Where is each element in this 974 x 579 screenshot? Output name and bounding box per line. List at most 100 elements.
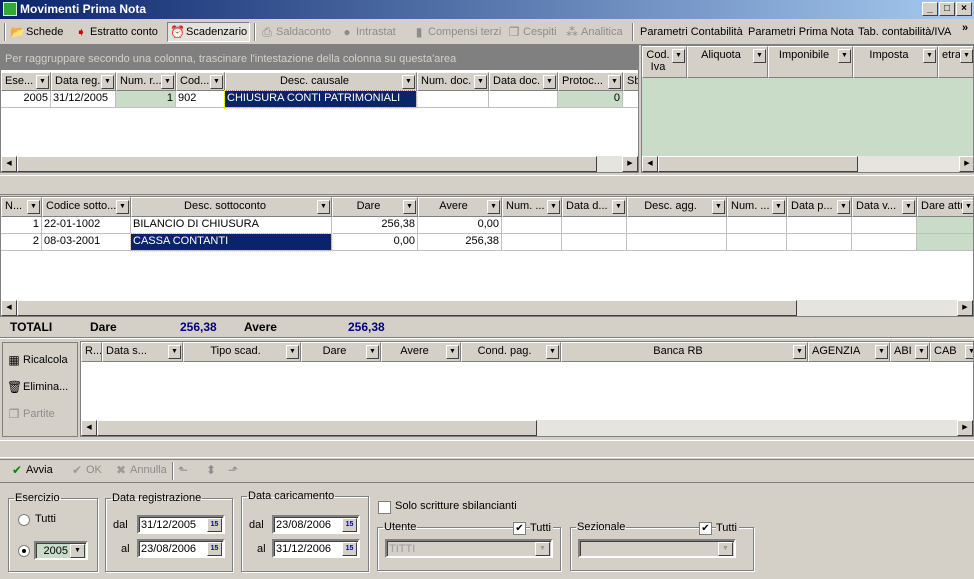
toolbar-overflow-button[interactable]: » <box>962 22 968 34</box>
toolbar-estratto-conto-button[interactable]: ➧ Estratto conto <box>72 22 160 42</box>
chevron-down-icon[interactable]: ▼ <box>923 49 936 63</box>
side-ricalcola-button[interactable]: ▦ Ricalcola <box>7 349 79 371</box>
chevron-down-icon[interactable]: ▼ <box>772 200 785 214</box>
column-header[interactable]: Avere ▼ <box>418 197 502 217</box>
maximize-button[interactable]: □ <box>939 2 955 16</box>
chevron-down-icon[interactable]: ▼ <box>712 200 725 214</box>
table-cell[interactable] <box>562 234 627 251</box>
data-reg-al-input[interactable]: 23/08/2006 15 <box>137 539 225 558</box>
sezionale-tutti-checkbox[interactable]: ✔ <box>699 522 712 535</box>
scroll-thumb[interactable] <box>17 300 797 316</box>
table-cell[interactable]: 1 <box>1 217 42 234</box>
scroll-right-button[interactable]: ▶ <box>622 156 638 172</box>
column-header[interactable]: Avere ▼ <box>381 342 461 362</box>
table-cell[interactable]: CHIUSURA CONTI PATRIMONIALI <box>224 90 418 109</box>
chevron-down-icon[interactable]: ▼ <box>168 345 181 359</box>
table-cell[interactable]: 0,00 <box>332 234 418 251</box>
table-cell[interactable]: 902 <box>176 91 225 108</box>
table-cell[interactable]: 08-03-2001 <box>42 234 131 251</box>
horizontal-scrollbar[interactable]: ◀ ▶ <box>1 156 638 172</box>
chevron-down-icon[interactable]: ▼ <box>317 200 330 214</box>
column-header[interactable]: Ese... ▼ <box>1 72 51 91</box>
table-cell[interactable]: 2 <box>1 234 42 251</box>
table-cell[interactable] <box>727 234 787 251</box>
column-header[interactable]: Desc. causale ▼ <box>225 72 417 91</box>
chevron-down-icon[interactable]: ▼ <box>547 200 560 214</box>
sezionale-select[interactable]: ▼ <box>578 539 736 558</box>
toolbar-parametri-contabilit--button[interactable]: Parametri Contabilità <box>638 22 745 42</box>
insert-icon[interactable]: ⬍ <box>204 463 218 477</box>
column-header[interactable]: Desc. sottoconto ▼ <box>131 197 332 217</box>
table-cell[interactable] <box>917 234 973 251</box>
calendar-icon[interactable]: 15 <box>342 518 357 532</box>
toolbar-compensi-terzi-button[interactable]: ▮ Compensi terzi <box>410 22 503 42</box>
chevron-down-icon[interactable]: ▼ <box>962 200 973 214</box>
chevron-down-icon[interactable]: ▼ <box>608 75 621 89</box>
table-row[interactable]: 2005 31/12/2005 1 902 CHIUSURA CONTI PATRIMO… <box>1 90 638 109</box>
table-cell[interactable] <box>623 91 638 108</box>
scroll-right-button[interactable]: ▶ <box>957 420 973 436</box>
column-header[interactable]: Cod... ▼ <box>176 72 225 91</box>
scroll-thumb[interactable] <box>658 156 858 172</box>
table-cell[interactable] <box>727 217 787 234</box>
scroll-thumb[interactable] <box>97 420 537 436</box>
utente-select[interactable]: TITTI ▼ <box>385 539 553 558</box>
data-car-al-input[interactable]: 31/12/2006 15 <box>272 539 360 558</box>
column-header[interactable]: Tipo scad. ▼ <box>183 342 301 362</box>
table-cell[interactable]: 0 <box>558 91 623 108</box>
chevron-down-icon[interactable]: ▼ <box>902 200 915 214</box>
chevron-down-icon[interactable]: ▼ <box>838 49 851 63</box>
toolbar-parametri-prima-nota-button[interactable]: Parametri Prima Nota <box>746 22 856 42</box>
solo-sbilancianti-checkbox[interactable] <box>378 501 391 514</box>
chevron-down-icon[interactable]: ▼ <box>543 75 556 89</box>
scroll-right-button[interactable]: ▶ <box>957 300 973 316</box>
column-header[interactable]: Cod. Iva ▼ <box>642 46 687 78</box>
column-header[interactable]: CAB ▼ <box>930 342 973 362</box>
toolbar-intrastat-button[interactable]: ● Intrastat <box>338 22 398 42</box>
column-header[interactable]: Sb <box>623 72 638 91</box>
table-cell[interactable]: 256,38 <box>332 217 418 234</box>
table-cell[interactable] <box>852 217 917 234</box>
scroll-left-button[interactable]: ◀ <box>1 300 17 316</box>
chevron-down-icon[interactable]: ▼ <box>753 49 766 63</box>
chevron-down-icon[interactable]: ▼ <box>36 75 49 89</box>
table-cell[interactable]: BILANCIO DI CHIUSURA <box>131 217 332 234</box>
chevron-down-icon[interactable]: ▼ <box>965 345 973 359</box>
calendar-icon[interactable]: 15 <box>342 542 357 556</box>
table-cell[interactable] <box>852 234 917 251</box>
table-cell[interactable] <box>502 217 562 234</box>
move-up-icon[interactable]: ⬑ <box>176 463 190 477</box>
column-header[interactable]: Data d... ▼ <box>562 197 627 217</box>
horizontal-scrollbar[interactable]: ◀ ▶ <box>1 300 973 316</box>
column-header[interactable]: Protoc... ▼ <box>558 72 623 91</box>
chevron-down-icon[interactable]: ▼ <box>612 200 625 214</box>
toolbar-analitica-button[interactable]: ⁂ Analitica <box>563 22 625 42</box>
group-by-area[interactable]: Per raggruppare secondo una colonna, tra… <box>1 46 638 70</box>
close-button[interactable]: × <box>956 2 972 16</box>
data-car-dal-input[interactable]: 23/08/2006 15 <box>272 515 360 534</box>
table-cell[interactable]: CASSA CONTANTI <box>130 233 333 252</box>
column-header[interactable]: Desc. agg. ▼ <box>627 197 727 217</box>
column-header[interactable]: Banca RB ▼ <box>561 342 808 362</box>
scroll-left-button[interactable]: ◀ <box>1 156 17 172</box>
toolbar-schede-button[interactable]: 📂 Schede <box>8 22 65 42</box>
column-header[interactable]: Num. ... ▼ <box>727 197 787 217</box>
table-cell[interactable] <box>917 217 973 234</box>
table-cell[interactable] <box>627 234 727 251</box>
annulla-button[interactable]: ✖ Annulla <box>112 460 169 480</box>
table-row[interactable]: 1 22-01-1002 BILANCIO DI CHIUSURA 256,38 0,0… <box>1 217 973 234</box>
chevron-down-icon[interactable]: ▼ <box>366 345 379 359</box>
chevron-down-icon[interactable]: ▼ <box>672 49 685 63</box>
chevron-down-icon[interactable]: ▼ <box>286 345 299 359</box>
table-cell[interactable] <box>787 234 852 251</box>
chevron-down-icon[interactable]: ▼ <box>210 75 223 89</box>
scroll-right-button[interactable]: ▶ <box>959 156 973 172</box>
column-header[interactable]: etraibi ▼ <box>938 46 973 78</box>
table-cell[interactable]: 2005 <box>1 91 51 108</box>
table-cell[interactable] <box>787 217 852 234</box>
table-cell[interactable] <box>562 217 627 234</box>
table-cell[interactable] <box>417 91 489 108</box>
column-header[interactable]: Dare ▼ <box>301 342 381 362</box>
table-cell[interactable]: 0,00 <box>418 217 502 234</box>
chevron-down-icon[interactable]: ▼ <box>161 75 174 89</box>
